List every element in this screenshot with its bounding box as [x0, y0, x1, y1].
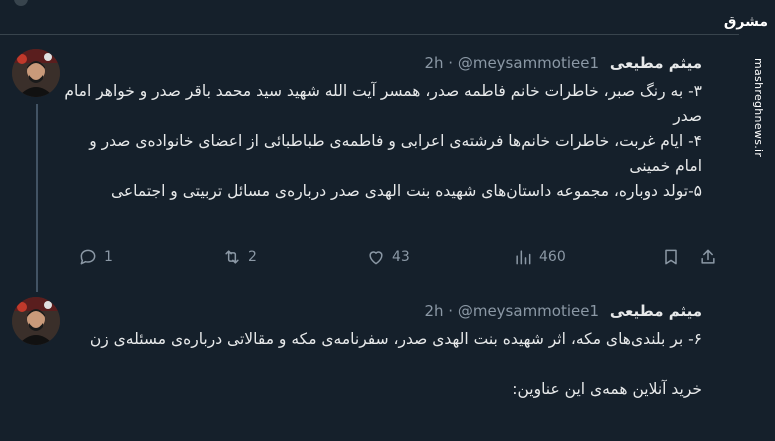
- share-button[interactable]: [698, 245, 718, 269]
- separator: ·: [448, 302, 454, 320]
- timestamp[interactable]: 2h: [424, 54, 443, 72]
- tweet-line-blank: [62, 352, 702, 377]
- like-button[interactable]: 43: [366, 245, 410, 269]
- thread-connector: [36, 104, 38, 292]
- views-button[interactable]: 460: [513, 245, 566, 269]
- display-name[interactable]: میثم مطیعی: [610, 54, 702, 72]
- bookmark-button[interactable]: [661, 245, 681, 269]
- tweet[interactable]: میثم مطیعی @meysammotiee1 · 2h ۶- بر بلن…: [0, 285, 740, 441]
- like-icon: [369, 251, 383, 265]
- retweet-button[interactable]: 2: [222, 245, 257, 269]
- tweet-line: ۴- ایام غربت، خاطرات خانم‌ها فرشته‌ی اعر…: [89, 132, 702, 175]
- display-name[interactable]: میثم مطیعی: [610, 302, 702, 320]
- brand-logo: مشرق: [723, 14, 768, 30]
- tweet-header: میثم مطیعی @meysammotiee1 · 2h: [424, 299, 702, 323]
- user-handle[interactable]: @meysammotiee1: [458, 302, 599, 320]
- bookmark-icon: [665, 249, 677, 265]
- user-handle[interactable]: @meysammotiee1: [458, 54, 599, 72]
- tweet-actions: 1 2 43 460: [78, 245, 720, 269]
- share-icon: [701, 249, 715, 264]
- tweet-header: میثم مطیعی @meysammotiee1 · 2h: [424, 51, 702, 75]
- retweet-icon: [225, 250, 239, 264]
- reply-icon: [80, 249, 96, 265]
- views-count: 460: [539, 249, 566, 265]
- timestamp[interactable]: 2h: [424, 302, 443, 320]
- tweet-text: ۳- به رنگ صبر، خاطرات خانم فاطمه صدر، هم…: [62, 79, 702, 204]
- reply-button[interactable]: 1: [78, 245, 113, 269]
- separator: ·: [448, 54, 454, 72]
- tweet[interactable]: میثم مطیعی @meysammotiee1 · 2h ۳- به رنگ…: [0, 35, 740, 285]
- views-icon: [516, 250, 531, 265]
- tweet-line: ۶- بر بلندی‌های مکه، اثر شهیده بنت الهدی…: [89, 330, 702, 348]
- brand-url: mashreghnews.ir: [752, 58, 765, 158]
- tweet-text: ۶- بر بلندی‌های مکه، اثر شهیده بنت الهدی…: [62, 327, 702, 402]
- tweet-line: ۵-تولد دوباره، مجموعه داستان‌های شهیده ب…: [110, 182, 702, 200]
- reply-count: 1: [104, 249, 113, 265]
- previous-avatar-edge: [14, 0, 28, 6]
- avatar[interactable]: [12, 297, 60, 345]
- like-count: 43: [392, 249, 410, 265]
- previous-tweet-edge: [0, 0, 740, 34]
- retweet-count: 2: [248, 249, 257, 265]
- avatar[interactable]: [12, 49, 60, 97]
- tweet-line: ۳- به رنگ صبر، خاطرات خانم فاطمه صدر، هم…: [64, 82, 702, 125]
- watermark-strip: مشرق mashreghnews.ir: [724, 0, 775, 441]
- tweet-line: خرید آنلاین همه‌ی این عناوین:: [512, 380, 702, 398]
